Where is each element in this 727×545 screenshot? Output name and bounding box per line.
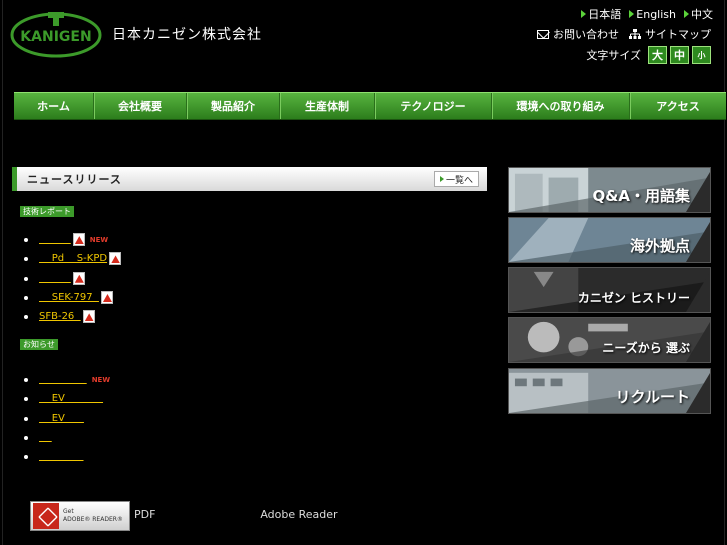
pdf-icon xyxy=(82,310,95,324)
logo-text: KANIGEN xyxy=(20,29,91,45)
notice-link[interactable]: EV xyxy=(39,393,103,404)
page: KANIGEN 日本カニゼン株式会社 日本語 English 中文 お問い合わせ… xyxy=(0,0,727,545)
nav-company[interactable]: 会社概要 xyxy=(94,93,187,119)
lang-label: 中文 xyxy=(691,8,713,21)
sitemap-label: サイトマップ xyxy=(645,28,711,41)
list-item: EV xyxy=(22,409,110,428)
tech-report-link[interactable]: SFB-26 xyxy=(39,311,81,322)
reader-name: ADOBE® READER® xyxy=(63,516,123,523)
banner-needs[interactable]: ニーズから 選ぶ xyxy=(508,317,711,363)
lang-japanese-link[interactable]: 日本語 xyxy=(581,6,621,22)
lang-chinese-link[interactable]: 中文 xyxy=(684,6,713,22)
reader-text: Get ADOBE® READER® xyxy=(63,508,123,524)
mail-icon xyxy=(537,29,549,39)
global-nav: ホーム 会社概要 製品紹介 生産体制 テクノロジー 環境への取り組み アクセス xyxy=(14,92,726,120)
list-item: Pd S-KPD xyxy=(22,249,122,268)
font-size-small-button[interactable]: 小 xyxy=(692,46,711,64)
banner-recruit[interactable]: リクルート xyxy=(508,368,711,414)
list-item xyxy=(22,269,121,288)
arrow-right-icon xyxy=(581,10,587,18)
nav-access[interactable]: アクセス xyxy=(630,93,726,119)
lang-english-link[interactable]: English xyxy=(629,6,676,22)
news-section-header: ニュースリリース 一覧へ xyxy=(12,167,487,191)
sitemap-link[interactable]: サイトマップ xyxy=(629,26,711,42)
notice-link[interactable] xyxy=(39,432,52,443)
pdf-icon xyxy=(72,233,85,247)
reader-get: Get xyxy=(63,508,74,515)
notice-link[interactable] xyxy=(39,374,87,385)
notice-link[interactable] xyxy=(39,451,84,462)
list-item: EV xyxy=(22,389,110,408)
nav-products[interactable]: 製品紹介 xyxy=(187,93,280,119)
tech-report-label: 技術レポート xyxy=(20,206,74,217)
font-size-large-button[interactable]: 大 xyxy=(648,46,667,64)
pdf-icon xyxy=(100,291,113,305)
arrow-right-icon xyxy=(684,10,689,18)
notice-link[interactable]: EV xyxy=(39,413,84,424)
adobe-reader-icon xyxy=(33,503,59,529)
banner-overseas[interactable]: 海外拠点 xyxy=(508,217,711,263)
list-item xyxy=(22,447,110,466)
font-size-medium-button[interactable]: 中 xyxy=(670,46,689,64)
list-all-button[interactable]: 一覧へ xyxy=(433,171,479,187)
new-badge: NEW xyxy=(89,235,109,244)
tech-report-link[interactable]: SEK-797 xyxy=(39,292,99,303)
nav-technology[interactable]: テクノロジー xyxy=(375,93,492,119)
banner-history[interactable]: カニゼン ヒストリー xyxy=(508,267,711,313)
banner-label: Q&A・用語集 xyxy=(592,187,690,205)
language-links: 日本語 English 中文 xyxy=(581,6,713,22)
notice-label: お知らせ xyxy=(20,339,58,350)
list-item xyxy=(22,428,110,447)
kanigen-logo[interactable]: KANIGEN xyxy=(10,12,102,58)
list-item: SEK-797 xyxy=(22,288,121,307)
tech-report-link[interactable]: Pd S-KPD xyxy=(39,253,107,264)
news-title: ニュースリリース xyxy=(27,173,122,186)
font-size-control: 文字サイズ 大 中 小 xyxy=(586,46,711,64)
tech-report-link[interactable] xyxy=(39,273,71,284)
contact-label: お問い合わせ xyxy=(553,28,619,41)
new-badge: NEW xyxy=(91,375,111,384)
nav-home[interactable]: ホーム xyxy=(14,93,94,119)
banner-label: リクルート xyxy=(615,388,690,406)
lang-label: 日本語 xyxy=(588,8,622,21)
contact-link[interactable]: お問い合わせ xyxy=(537,26,619,42)
banner-label: カニゼン ヒストリー xyxy=(577,291,690,305)
arrow-right-icon xyxy=(439,176,444,182)
font-size-label: 文字サイズ xyxy=(586,49,641,62)
sitemap-icon xyxy=(629,29,641,39)
tech-report-list: NEW Pd S-KPD SEK-797 SFB-26 xyxy=(22,230,122,326)
frame-line xyxy=(724,0,725,545)
list-all-label: 一覧へ xyxy=(445,175,473,186)
get-adobe-reader-button[interactable]: Get ADOBE® READER® xyxy=(30,501,130,531)
nav-environment[interactable]: 環境への取り組み xyxy=(492,93,630,119)
arrow-right-icon xyxy=(629,10,635,18)
banner-label: ニーズから 選ぶ xyxy=(602,341,690,355)
notice-list: NEW EV EV xyxy=(22,370,110,466)
frame-line xyxy=(2,0,3,545)
company-name: 日本カニゼン株式会社 xyxy=(112,27,262,43)
pdf-icon xyxy=(109,252,122,266)
banner-qa-glossary[interactable]: Q&A・用語集 xyxy=(508,167,711,213)
footer-note: PDF Adobe Reader xyxy=(134,508,338,521)
pdf-icon xyxy=(72,271,85,285)
tech-report-link[interactable] xyxy=(39,234,71,245)
list-item: NEW xyxy=(22,230,121,249)
banner-label: 海外拠点 xyxy=(629,237,690,255)
utility-links: お問い合わせ サイトマップ xyxy=(537,26,711,42)
list-item: NEW xyxy=(22,370,110,389)
list-item: SFB-26 xyxy=(22,307,121,326)
nav-production[interactable]: 生産体制 xyxy=(280,93,375,119)
lang-label: English xyxy=(636,7,676,21)
